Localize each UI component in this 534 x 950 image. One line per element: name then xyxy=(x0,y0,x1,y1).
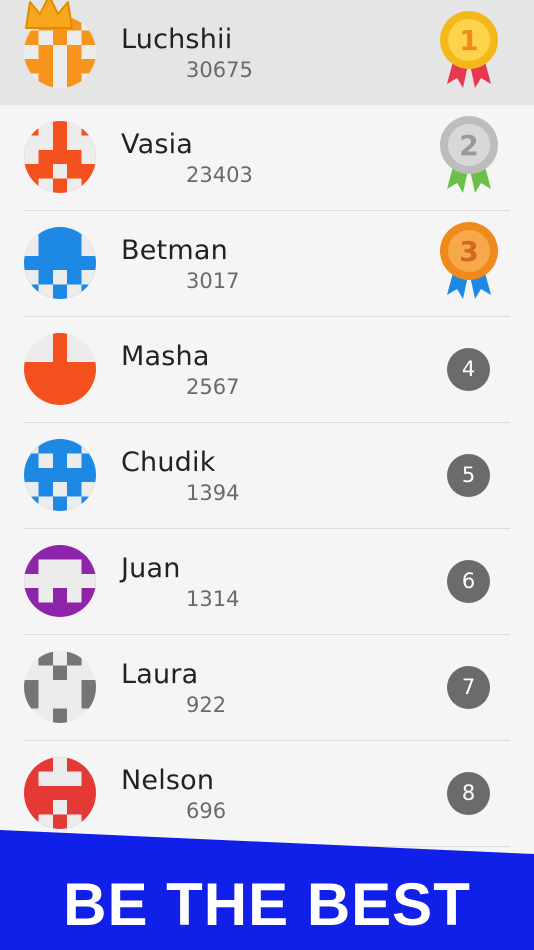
player-score: 922 xyxy=(186,693,227,717)
player-name: Nelson xyxy=(121,765,215,796)
medal-rank: 2 xyxy=(459,129,478,162)
rank-badge: 5 xyxy=(447,454,490,497)
leaderboard-row-2[interactable]: Vasia 23403 2 xyxy=(0,105,534,211)
player-score: 1314 xyxy=(186,587,240,611)
player-name: Vasia xyxy=(121,129,194,160)
medal-icon: 1 xyxy=(440,11,498,88)
player-score: 23403 xyxy=(186,163,253,187)
medal-rank: 1 xyxy=(459,24,478,57)
medal-icon: 3 xyxy=(440,222,498,299)
pixel-avatar-icon xyxy=(24,121,96,193)
medal-icon: 2 xyxy=(440,116,498,193)
promo-banner: BE THE BEST xyxy=(0,830,534,950)
player-name: Chudik xyxy=(121,447,216,478)
rank-badge: 8 xyxy=(447,772,490,815)
player-score: 3017 xyxy=(186,269,240,293)
rank-badge: 6 xyxy=(447,560,490,603)
player-name: Betman xyxy=(121,235,228,266)
pixel-avatar-icon xyxy=(24,545,96,617)
leaderboard-row-6[interactable]: Juan 1314 6 xyxy=(0,529,534,635)
rank-badge: 4 xyxy=(447,348,490,391)
pixel-avatar-icon xyxy=(24,439,96,511)
player-name: Luchshii xyxy=(121,24,233,55)
medal-rank: 3 xyxy=(459,235,478,268)
pixel-avatar-icon xyxy=(24,227,96,299)
leaderboard-row-7[interactable]: Laura 922 7 xyxy=(0,635,534,741)
banner-title: BE THE BEST xyxy=(63,871,471,938)
player-score: 696 xyxy=(186,799,227,823)
crown-icon xyxy=(25,0,73,29)
player-name: Laura xyxy=(121,659,199,690)
leaderboard-list: Luchshii 30675 1 Vasia 23403 2 Betman 30… xyxy=(0,0,534,847)
player-name: Juan xyxy=(121,553,181,584)
player-score: 1394 xyxy=(186,481,240,505)
leaderboard-row-4[interactable]: Masha 2567 4 xyxy=(0,317,534,423)
leaderboard-row-5[interactable]: Chudik 1394 5 xyxy=(0,423,534,529)
player-score: 30675 xyxy=(186,58,253,82)
leaderboard-row-1[interactable]: Luchshii 30675 1 xyxy=(0,0,534,105)
player-name: Masha xyxy=(121,341,210,372)
rank-badge: 7 xyxy=(447,666,490,709)
player-score: 2567 xyxy=(186,375,240,399)
pixel-avatar-icon xyxy=(24,651,96,723)
leaderboard-row-3[interactable]: Betman 3017 3 xyxy=(0,211,534,317)
pixel-avatar-icon xyxy=(24,757,96,829)
pixel-avatar-icon xyxy=(24,333,96,405)
